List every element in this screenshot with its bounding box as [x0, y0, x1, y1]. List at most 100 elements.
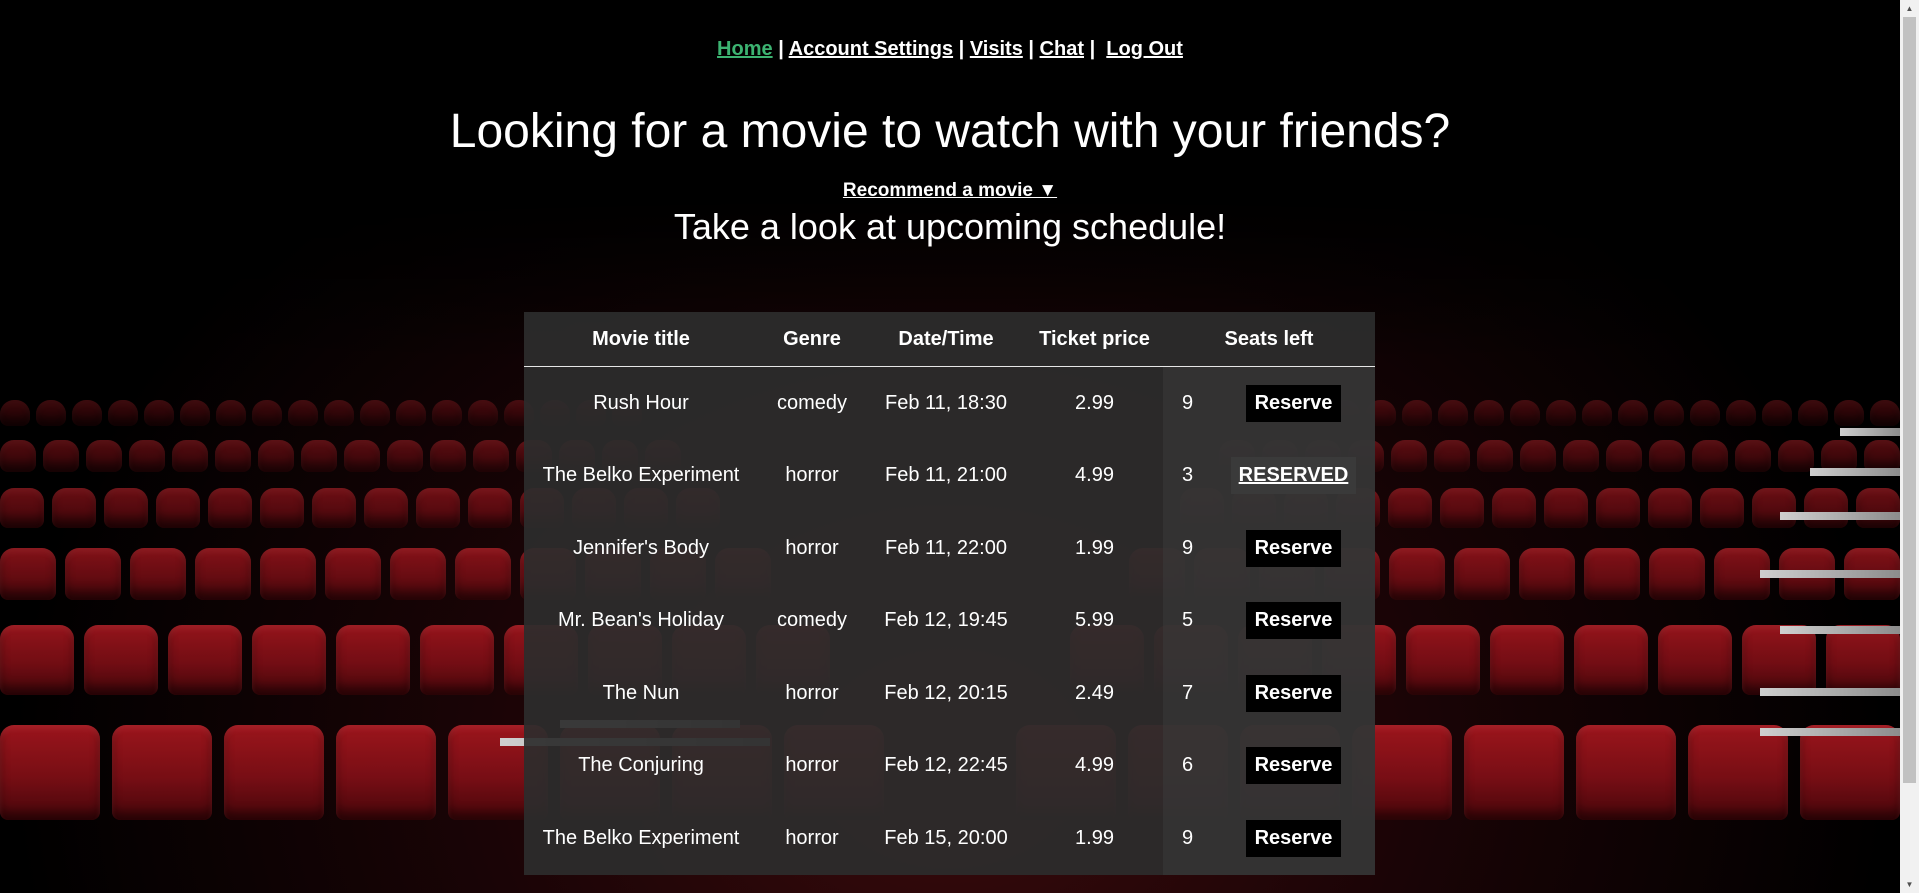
- theater-seat-icon: [1544, 488, 1588, 528]
- header-genre: Genre: [758, 312, 866, 367]
- theater-seat-icon: [216, 400, 246, 426]
- theater-seat-icon: [1778, 440, 1814, 472]
- reserve-button[interactable]: Reserve: [1245, 602, 1342, 640]
- header-ticket-price: Ticket price: [1026, 312, 1163, 367]
- scrollbar-thumb[interactable]: [1903, 17, 1916, 783]
- theater-seat-icon: [172, 440, 208, 472]
- movie-title-cell: The Belko Experiment: [542, 826, 740, 849]
- recommend-movie-toggle-container: Recommend a movie ▼: [0, 180, 1900, 202]
- date-time-cell: Feb 11, 21:00: [885, 464, 1007, 487]
- theater-seat-icon: [86, 440, 122, 472]
- genre-cell: comedy: [776, 609, 848, 632]
- table-row: Rush Hour comedy Feb 11, 18:30 2.99 9 Reserve: [524, 366, 1375, 440]
- theater-seat-icon: [468, 488, 512, 528]
- theater-seat-icon: [1584, 548, 1640, 600]
- theater-seat-icon: [1546, 400, 1576, 426]
- theater-seat-icon: [1742, 625, 1816, 695]
- theater-seat-icon: [1464, 725, 1564, 820]
- genre-cell: horror: [785, 536, 839, 559]
- theater-seat-icon: [1454, 548, 1510, 600]
- theater-seat-icon: [0, 400, 30, 426]
- theater-seat-icon: [1434, 440, 1470, 472]
- header-seats-left: Seats left: [1163, 312, 1375, 367]
- theater-seat-icon: [1520, 440, 1556, 472]
- action-cell: Reserve: [1212, 657, 1375, 730]
- vertical-scrollbar[interactable]: ▲ ▼: [1900, 0, 1919, 893]
- seats-left-cell: 9: [1163, 512, 1212, 585]
- action-cell: Reserve: [1212, 729, 1375, 802]
- theater-seat-icon: [1800, 725, 1900, 820]
- genre-cell: horror: [785, 681, 839, 704]
- reserve-button[interactable]: Reserve: [1245, 384, 1342, 422]
- schedule-table-body: Rush Hour comedy Feb 11, 18:30 2.99 9 Reserve…: [524, 366, 1375, 875]
- nav-account-settings-link[interactable]: Account Settings: [789, 38, 953, 60]
- theater-seat-icon: [473, 440, 509, 472]
- theater-seat-icon: [344, 440, 380, 472]
- theater-seat-icon: [1510, 400, 1540, 426]
- aisle-step-light: [1780, 512, 1900, 520]
- reserve-button[interactable]: Reserve: [1245, 819, 1342, 857]
- aisle-step-light: [1760, 728, 1900, 736]
- table-row: The Belko Experiment horror Feb 15, 20:00 1…: [524, 802, 1375, 875]
- theater-seat-icon: [144, 400, 174, 426]
- theater-seat-icon: [1735, 440, 1771, 472]
- recommend-movie-toggle[interactable]: Recommend a movie ▼: [843, 180, 1057, 201]
- theater-seat-icon: [1834, 400, 1864, 426]
- theater-seat-icon: [1596, 488, 1640, 528]
- seats-left-cell: 3: [1163, 439, 1212, 512]
- theater-seat-icon: [1700, 488, 1744, 528]
- theater-seat-icon: [0, 488, 44, 528]
- nav-visits-link[interactable]: Visits: [970, 38, 1023, 60]
- seats-left-cell: 9: [1163, 366, 1212, 440]
- nav-log-out-link[interactable]: Log Out: [1106, 38, 1183, 60]
- theater-seat-icon: [1690, 400, 1720, 426]
- reserve-button[interactable]: Reserve: [1245, 674, 1342, 712]
- theater-seat-icon: [1474, 400, 1504, 426]
- theater-seat-icon: [130, 548, 186, 600]
- table-row: The Belko Experiment horror Feb 11, 21:00 4…: [524, 439, 1375, 512]
- reserve-button[interactable]: Reserve: [1245, 529, 1342, 567]
- theater-seat-icon: [224, 725, 324, 820]
- movie-title-cell: Jennifer's Body: [572, 536, 710, 559]
- theater-seat-icon: [1649, 440, 1685, 472]
- theater-seat-icon: [360, 400, 390, 426]
- table-row: The Nun horror Feb 12, 20:15 2.49 7 Reserve: [524, 657, 1375, 730]
- scroll-up-arrow-icon[interactable]: ▲: [1900, 0, 1919, 17]
- theater-seat-icon: [1658, 625, 1732, 695]
- theater-seat-icon: [364, 488, 408, 528]
- date-time-cell: Feb 12, 20:15: [884, 681, 1008, 704]
- theater-seat-icon: [312, 488, 356, 528]
- scroll-down-arrow-icon[interactable]: ▼: [1900, 876, 1919, 893]
- theater-seat-icon: [252, 400, 282, 426]
- ticket-price-cell: 4.99: [1075, 464, 1114, 487]
- reserved-button[interactable]: RESERVED: [1230, 457, 1357, 495]
- theater-seat-icon: [0, 625, 74, 695]
- nav-chat-link[interactable]: Chat: [1040, 38, 1084, 60]
- table-row: The Conjuring horror Feb 12, 22:45 4.99 6 Res…: [524, 729, 1375, 802]
- page-headline: Looking for a movie to watch with your f…: [449, 105, 1451, 158]
- theater-seat-icon: [260, 548, 316, 600]
- theater-seat-icon: [104, 488, 148, 528]
- nav-home-link[interactable]: Home: [717, 38, 773, 60]
- movie-title-cell: Rush Hour: [593, 391, 689, 414]
- date-time-cell: Feb 11, 18:30: [885, 391, 1007, 414]
- theater-seat-icon: [396, 400, 426, 426]
- seats-left-cell: 6: [1163, 729, 1212, 802]
- date-time-cell: Feb 15, 20:00: [884, 826, 1008, 849]
- genre-cell: horror: [785, 826, 839, 849]
- theater-seat-icon: [1726, 400, 1756, 426]
- theater-seat-icon: [325, 548, 381, 600]
- theater-seat-icon: [1574, 625, 1648, 695]
- genre-cell: horror: [785, 754, 839, 777]
- ticket-price-cell: 4.99: [1075, 754, 1114, 777]
- movie-title-cell: The Nun: [602, 681, 680, 704]
- date-time-cell: Feb 12, 19:45: [884, 609, 1008, 632]
- theater-seat-icon: [43, 440, 79, 472]
- aisle-step-light: [1760, 688, 1900, 696]
- nav-separator: |: [958, 38, 965, 60]
- theater-seat-icon: [1388, 488, 1432, 528]
- movie-title-cell: Mr. Bean's Holiday: [557, 609, 725, 632]
- aisle-step-light: [1810, 468, 1900, 476]
- theater-seat-icon: [1563, 440, 1599, 472]
- reserve-button[interactable]: Reserve: [1245, 747, 1342, 785]
